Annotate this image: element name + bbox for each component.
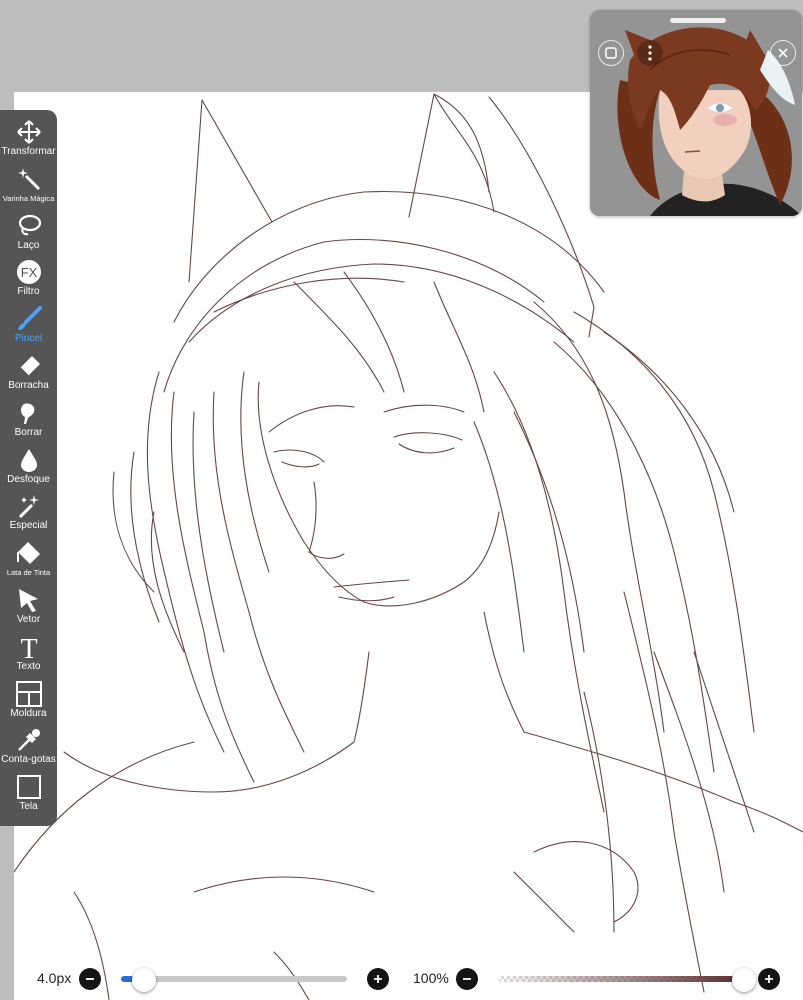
- brush-size-value: 4.0px: [37, 970, 72, 986]
- tool-text-t[interactable]: T Texto: [0, 633, 57, 679]
- tool-vector-cursor[interactable]: Vetor: [0, 586, 57, 632]
- tool-label: Tela: [19, 801, 38, 813]
- canvas-icon: [14, 773, 44, 801]
- special-sparkle-icon: [14, 492, 44, 520]
- brush-size-thumb[interactable]: [131, 968, 156, 992]
- tool-label: Varinha Mágica: [2, 193, 55, 203]
- tool-canvas[interactable]: Tela: [0, 773, 57, 819]
- tool-label: Borracha: [8, 380, 49, 391]
- reference-layer-icon[interactable]: [598, 40, 624, 66]
- eyedropper-icon: [14, 726, 44, 754]
- reference-close-icon[interactable]: [770, 40, 796, 66]
- blur-drop-icon: [14, 446, 44, 474]
- svg-text:T: T: [20, 634, 37, 660]
- tool-filter-fx[interactable]: FX Filtro: [0, 258, 57, 304]
- tool-label: Desfoque: [7, 473, 50, 485]
- tool-magic-wand[interactable]: Varinha Mágica: [0, 165, 57, 211]
- brush-size-decrease-button[interactable]: [79, 968, 101, 990]
- opacity-decrease-button[interactable]: [456, 968, 478, 990]
- tool-label: Pincel: [14, 333, 43, 345]
- filter-fx-icon: FX: [14, 258, 44, 286]
- tool-label: Conta-gotas: [1, 754, 56, 766]
- tool-label: Laço: [17, 239, 40, 251]
- tool-label: Moldura: [10, 707, 47, 719]
- tool-eraser[interactable]: Borracha: [0, 352, 57, 398]
- opacity-slider[interactable]: [498, 976, 744, 982]
- opacity-value: 100%: [413, 970, 449, 986]
- tool-label: Borrar: [14, 426, 43, 438]
- reference-menu-icon[interactable]: [637, 40, 663, 66]
- opacity-increase-button[interactable]: [758, 968, 780, 990]
- reference-image: [590, 10, 802, 216]
- tool-sidebar: Transformar Varinha Mágica Laço FX Filtro Pin…: [0, 110, 57, 826]
- svg-text:FX: FX: [20, 265, 37, 280]
- brush-icon: [14, 305, 44, 333]
- drawing-canvas[interactable]: [14, 92, 803, 1000]
- tool-label: Transformar: [1, 146, 56, 157]
- tool-special-sparkle[interactable]: Especial: [0, 492, 57, 538]
- text-t-icon: T: [14, 633, 44, 661]
- reference-drag-handle[interactable]: [670, 18, 726, 23]
- tool-eyedropper[interactable]: Conta-gotas: [0, 726, 57, 772]
- tool-label: Especial: [9, 520, 48, 532]
- tool-label: Filtro: [17, 286, 40, 298]
- brush-size-increase-button[interactable]: [367, 968, 389, 990]
- tool-label: Texto: [16, 660, 41, 672]
- lasso-icon: [14, 212, 44, 240]
- smudge-icon: [14, 399, 44, 427]
- tool-paint-bucket[interactable]: Lata de Tinta: [0, 539, 57, 585]
- paint-bucket-icon: [14, 539, 44, 567]
- tool-lasso[interactable]: Laço: [0, 212, 57, 258]
- sketch-artwork: [14, 93, 803, 1000]
- vector-cursor-icon: [14, 586, 44, 614]
- move-arrows-icon: [14, 118, 44, 146]
- tool-smudge[interactable]: Borrar: [0, 399, 57, 445]
- tool-blur-drop[interactable]: Desfoque: [0, 446, 57, 492]
- tool-label: Vetor: [16, 614, 41, 625]
- eraser-icon: [14, 352, 44, 380]
- tool-label: Lata de Tinta: [6, 568, 51, 578]
- bottom-bar: 4.0px 100%: [0, 958, 803, 1000]
- tool-brush[interactable]: Pincel: [0, 305, 57, 351]
- tool-frame[interactable]: Moldura: [0, 680, 57, 726]
- frame-icon: [14, 680, 44, 708]
- magic-wand-icon: [14, 165, 44, 193]
- opacity-thumb[interactable]: [732, 968, 756, 992]
- tool-move-arrows[interactable]: Transformar: [0, 118, 57, 164]
- reference-window[interactable]: [590, 10, 802, 216]
